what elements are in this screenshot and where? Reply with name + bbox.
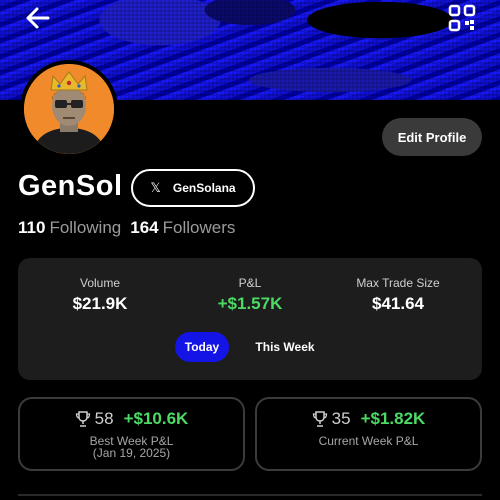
avatar — [20, 60, 118, 158]
profile-name: GenSol — [18, 170, 123, 202]
stats-card: Volume $21.9K P&L +$1.57K Max Trade Size… — [18, 258, 482, 380]
x-logo-icon: 𝕏 — [150, 180, 161, 195]
current-week-label: Current Week P&L — [318, 434, 419, 448]
current-week-rank: 35 — [331, 409, 351, 428]
trophy-icon — [312, 411, 327, 427]
trophy-icon — [75, 411, 90, 427]
pnl-stat: P&L +$1.57K — [180, 276, 320, 314]
volume-label: Volume — [79, 276, 121, 290]
followers-link[interactable]: 164 Followers — [130, 218, 235, 238]
best-week-rank: 58 — [94, 409, 114, 428]
best-week-card[interactable]: 58 +$10.6K Best Week P&L (Jan 19, 2025) — [18, 397, 245, 471]
max-trade-stat: Max Trade Size $41.64 — [328, 276, 468, 314]
qr-code-button[interactable] — [448, 4, 476, 32]
volume-stat: Volume $21.9K — [30, 276, 170, 314]
volume-value: $21.9K — [72, 294, 128, 313]
following-link[interactable]: 110 Following — [18, 218, 121, 238]
pnl-label: P&L — [238, 276, 262, 290]
x-handle-label: GenSolana — [172, 181, 236, 195]
qr-code-icon — [448, 4, 476, 32]
max-trade-value: $41.64 — [372, 294, 424, 313]
followers-label: Followers — [162, 218, 236, 237]
following-label: Following — [49, 218, 122, 237]
max-trade-label: Max Trade Size — [356, 276, 440, 290]
tab-this-week[interactable]: This Week — [246, 332, 324, 362]
followers-count: 164 — [130, 218, 159, 237]
edit-profile-button[interactable]: Edit Profile — [382, 118, 482, 156]
x-handle-link[interactable]: 𝕏 GenSolana — [131, 169, 255, 207]
current-week-card[interactable]: 35 +$1.82K Current Week P&L — [255, 397, 482, 471]
follow-counts: 110 Following 164 Followers — [18, 218, 235, 238]
back-button[interactable] — [22, 4, 54, 32]
arrow-left-icon — [26, 7, 50, 29]
pnl-value: +$1.57K — [217, 294, 283, 313]
tab-today[interactable]: Today — [175, 332, 229, 362]
current-week-amount: +$1.82K — [360, 409, 426, 428]
following-count: 110 — [18, 218, 46, 237]
section-divider — [18, 494, 482, 496]
best-week-amount: +$10.6K — [123, 409, 189, 428]
best-week-date: (Jan 19, 2025) — [92, 446, 171, 460]
